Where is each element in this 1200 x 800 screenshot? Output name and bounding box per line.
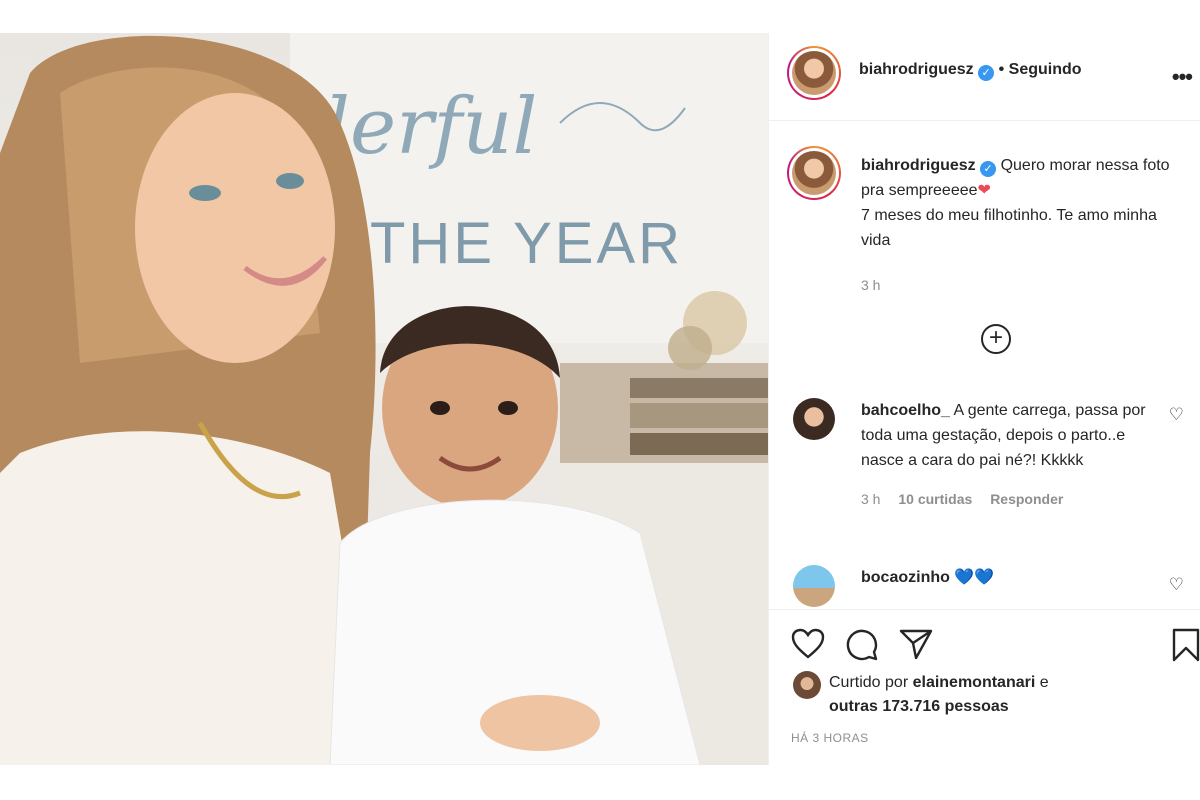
sign-text-2: THE YEAR <box>370 211 683 276</box>
avatar <box>792 151 836 195</box>
comment-icon[interactable] <box>845 628 879 662</box>
plus-circle-icon[interactable]: + <box>981 324 1011 354</box>
comment-meta: 3 h 10 curtidas Responder <box>861 487 1161 512</box>
comment-username[interactable]: bocaozinho <box>861 569 950 586</box>
post-photo[interactable]: lerful THE YEAR <box>0 33 768 765</box>
liker-username[interactable]: elainemontanari <box>913 674 1036 691</box>
bookmark-icon[interactable] <box>1171 628 1200 662</box>
post-caption: biahrodriguesz ✓ Quero morar nessa foto … <box>861 153 1171 298</box>
sign-text-1: lerful <box>325 82 537 172</box>
share-icon[interactable] <box>899 628 933 660</box>
photo-illustration: lerful THE YEAR <box>0 33 768 765</box>
post-header: biahrodriguesz ✓ • Seguindo ••• <box>769 33 1200 121</box>
likes-prefix: Curtido por <box>829 674 913 691</box>
red-heart-emoji: ❤ <box>977 182 991 199</box>
comment-username[interactable]: bahcoelho_ <box>861 402 950 419</box>
post-details-panel: biahrodriguesz ✓ • Seguindo ••• biahrodr… <box>768 33 1200 765</box>
comment-item: bocaozinho 💙💙 <box>861 565 1161 590</box>
caption-text-2: 7 meses do meu filhotinho. Te amo minha … <box>861 207 1157 249</box>
likes-summary: Curtido por elainemontanari e outras 173… <box>829 671 1049 719</box>
comment-avatar[interactable] <box>793 565 835 607</box>
woman-hand <box>480 695 600 751</box>
comment-like-heart-icon[interactable]: ♡ <box>1169 575 1184 595</box>
likes-others[interactable]: outras 173.716 pessoas <box>829 698 1009 715</box>
header-avatar[interactable] <box>787 46 841 100</box>
heart-icon[interactable] <box>791 628 825 660</box>
comment-likes[interactable]: 10 curtidas <box>898 491 972 507</box>
header-username[interactable]: biahrodriguesz <box>859 61 974 78</box>
comment-time[interactable]: 3 h <box>861 491 880 507</box>
comment-avatar[interactable] <box>793 398 835 440</box>
liker-avatar[interactable] <box>793 671 821 699</box>
post-timestamp[interactable]: HÁ 3 HORAS <box>791 731 869 745</box>
woman-face <box>135 93 335 363</box>
likes-middle: e <box>1035 674 1049 691</box>
reply-button[interactable]: Responder <box>990 491 1063 507</box>
verified-icon: ✓ <box>978 65 995 81</box>
more-icon[interactable]: ••• <box>1172 64 1193 90</box>
comment-text: 💙💙 <box>954 569 995 586</box>
avatar <box>792 51 836 95</box>
comment-item: bahcoelho_ A gente carrega, passa por to… <box>861 398 1161 512</box>
comment-like-heart-icon[interactable]: ♡ <box>1169 405 1184 425</box>
following-button[interactable]: Seguindo <box>1009 61 1082 78</box>
caption-avatar[interactable] <box>787 146 841 200</box>
caption-username[interactable]: biahrodriguesz <box>861 157 976 174</box>
verified-icon: ✓ <box>980 161 997 177</box>
caption-time[interactable]: 3 h <box>861 273 1171 298</box>
woman-dress <box>0 431 380 765</box>
header-user-line: biahrodriguesz ✓ • Seguindo <box>859 61 1082 81</box>
header-separator: • <box>998 61 1005 78</box>
